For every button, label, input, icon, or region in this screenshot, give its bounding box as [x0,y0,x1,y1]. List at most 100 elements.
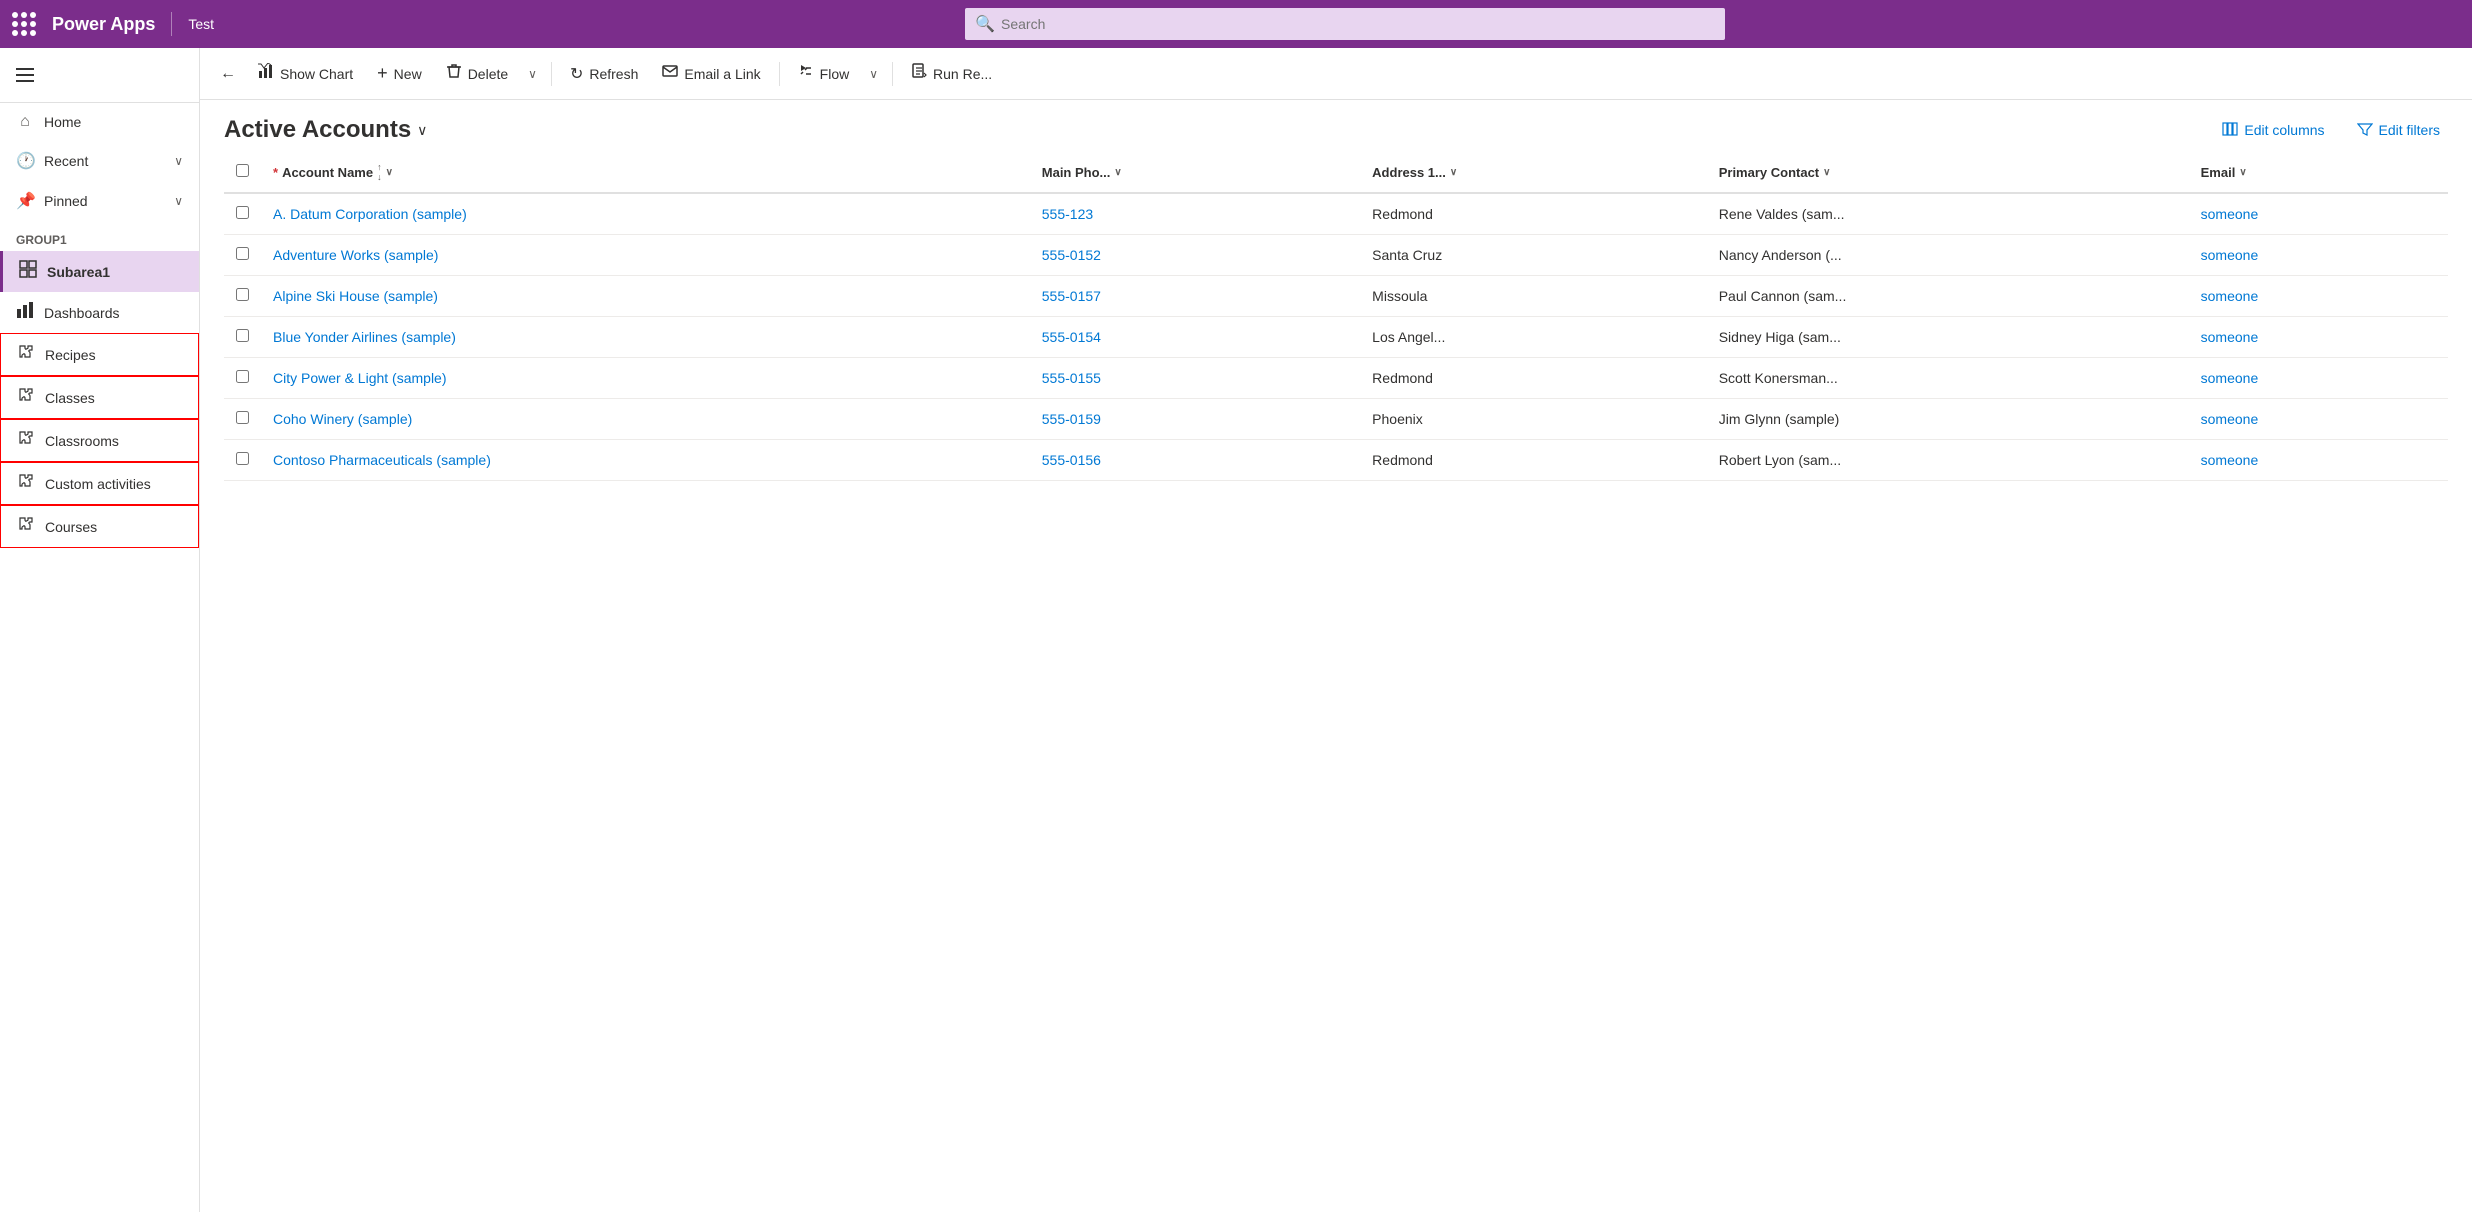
row-account-name[interactable]: City Power & Light (sample) [261,358,1030,399]
row-main-phone[interactable]: 555-0154 [1030,317,1360,358]
recent-chevron-icon: ∨ [174,154,183,168]
hamburger-icon [16,68,34,82]
flow-chevron-button[interactable]: ∨ [863,61,884,87]
sidebar-item-custom-activities[interactable]: Custom activities [0,462,199,505]
sidebar-item-pinned[interactable]: 📌 Pinned ∨ [0,181,199,221]
row-main-phone[interactable]: 555-0156 [1030,440,1360,481]
row-checkbox[interactable] [236,411,249,424]
delete-chevron-button[interactable]: ∨ [522,61,543,87]
row-email[interactable]: someone [2189,276,2448,317]
sidebar-item-classrooms[interactable]: Classrooms [0,419,199,462]
account-name-sort: * Account Name ↑↓ ∨ [273,162,393,182]
row-main-phone[interactable]: 555-0157 [1030,276,1360,317]
table-row: Coho Winery (sample) 555-0159 Phoenix Ji… [224,399,2448,440]
new-button[interactable]: + New [367,57,432,90]
row-checkbox-cell [224,440,261,481]
show-chart-button[interactable]: Show Chart [248,57,363,90]
main-content: ← Show Chart + New [200,48,2472,1212]
account-name-col-chevron[interactable]: ∨ [386,167,393,178]
row-email[interactable]: someone [2189,399,2448,440]
row-main-phone[interactable]: 555-0152 [1030,235,1360,276]
sidebar-item-custom-activities-label: Custom activities [45,476,151,492]
delete-button[interactable]: Delete [436,57,518,90]
group-label: Group1 [0,221,199,251]
row-account-name[interactable]: A. Datum Corporation (sample) [261,193,1030,235]
row-address: Santa Cruz [1360,235,1707,276]
puzzle-icon-classrooms [17,429,35,452]
email-link-label: Email a Link [684,66,760,82]
row-account-name[interactable]: Contoso Pharmaceuticals (sample) [261,440,1030,481]
toolbar-separator-3 [892,62,893,86]
sidebar-item-classes[interactable]: Classes [0,376,199,419]
sidebar-item-home[interactable]: ⌂ Home [0,103,199,141]
row-email[interactable]: someone [2189,235,2448,276]
address-col-chevron[interactable]: ∨ [1450,167,1457,178]
run-report-button[interactable]: Run Re... [901,57,1002,90]
page-header: Active Accounts ∨ Edit columns [200,100,2472,152]
row-checkbox[interactable] [236,247,249,260]
puzzle-icon-classes [17,386,35,409]
email-icon [662,63,678,84]
row-checkbox-cell [224,358,261,399]
sidebar-item-recent[interactable]: 🕐 Recent ∨ [0,141,199,181]
toolbar-separator-1 [551,62,552,86]
page-title-chevron-icon[interactable]: ∨ [417,122,427,139]
row-main-phone[interactable]: 555-0155 [1030,358,1360,399]
row-account-name[interactable]: Adventure Works (sample) [261,235,1030,276]
app-layout: ⌂ Home 🕐 Recent ∨ 📌 Pinned ∨ Group1 Su [0,48,2472,1212]
header-address[interactable]: Address 1... ∨ [1360,152,1707,193]
row-account-name[interactable]: Alpine Ski House (sample) [261,276,1030,317]
run-report-icon [911,63,927,84]
header-main-phone[interactable]: Main Pho... ∨ [1030,152,1360,193]
delete-icon [446,63,462,84]
row-checkbox[interactable] [236,370,249,383]
row-account-name[interactable]: Blue Yonder Airlines (sample) [261,317,1030,358]
edit-columns-button[interactable]: Edit columns [2214,117,2332,144]
table-row: Alpine Ski House (sample) 555-0157 Misso… [224,276,2448,317]
row-checkbox-cell [224,399,261,440]
sidebar-item-courses[interactable]: Courses [0,505,199,548]
new-label: New [394,66,422,82]
puzzle-icon-courses [17,515,35,538]
email-link-button[interactable]: Email a Link [652,57,770,90]
primary-contact-col-chevron[interactable]: ∨ [1823,167,1830,178]
toolbar: ← Show Chart + New [200,48,2472,100]
new-icon: + [377,63,388,84]
row-account-name[interactable]: Coho Winery (sample) [261,399,1030,440]
search-input[interactable] [965,8,1725,40]
address-sort: Address 1... ∨ [1372,165,1457,180]
header-primary-contact[interactable]: Primary Contact ∨ [1707,152,2189,193]
row-address: Missoula [1360,276,1707,317]
main-phone-col-label: Main Pho... [1042,165,1111,180]
row-email[interactable]: someone [2189,440,2448,481]
row-checkbox[interactable] [236,288,249,301]
account-name-sort-arrows[interactable]: ↑↓ [377,162,382,182]
row-email[interactable]: someone [2189,358,2448,399]
header-email[interactable]: Email ∨ [2189,152,2448,193]
clock-icon: 🕐 [16,151,34,171]
waffle-menu[interactable] [12,12,36,36]
select-all-checkbox[interactable] [236,164,249,177]
refresh-label: Refresh [589,66,638,82]
chart-icon [16,301,34,324]
sidebar-item-recipes[interactable]: Recipes [0,333,199,376]
sidebar-item-subarea1[interactable]: Subarea1 [0,251,199,292]
main-phone-col-chevron[interactable]: ∨ [1114,167,1121,178]
row-checkbox[interactable] [236,206,249,219]
header-account-name[interactable]: * Account Name ↑↓ ∨ [261,152,1030,193]
back-button[interactable]: ← [212,59,244,89]
row-main-phone[interactable]: 555-0159 [1030,399,1360,440]
row-main-phone[interactable]: 555-123 [1030,193,1360,235]
edit-filters-button[interactable]: Edit filters [2349,117,2448,144]
hamburger-menu[interactable] [0,56,199,94]
sidebar-item-dashboards[interactable]: Dashboards [0,292,199,333]
row-checkbox[interactable] [236,452,249,465]
flow-button[interactable]: Flow [788,57,860,90]
row-email[interactable]: someone [2189,193,2448,235]
row-checkbox-cell [224,193,261,235]
table-row: Blue Yonder Airlines (sample) 555-0154 L… [224,317,2448,358]
email-col-chevron[interactable]: ∨ [2239,167,2246,178]
row-email[interactable]: someone [2189,317,2448,358]
refresh-button[interactable]: ↻ Refresh [560,58,648,90]
row-checkbox[interactable] [236,329,249,342]
